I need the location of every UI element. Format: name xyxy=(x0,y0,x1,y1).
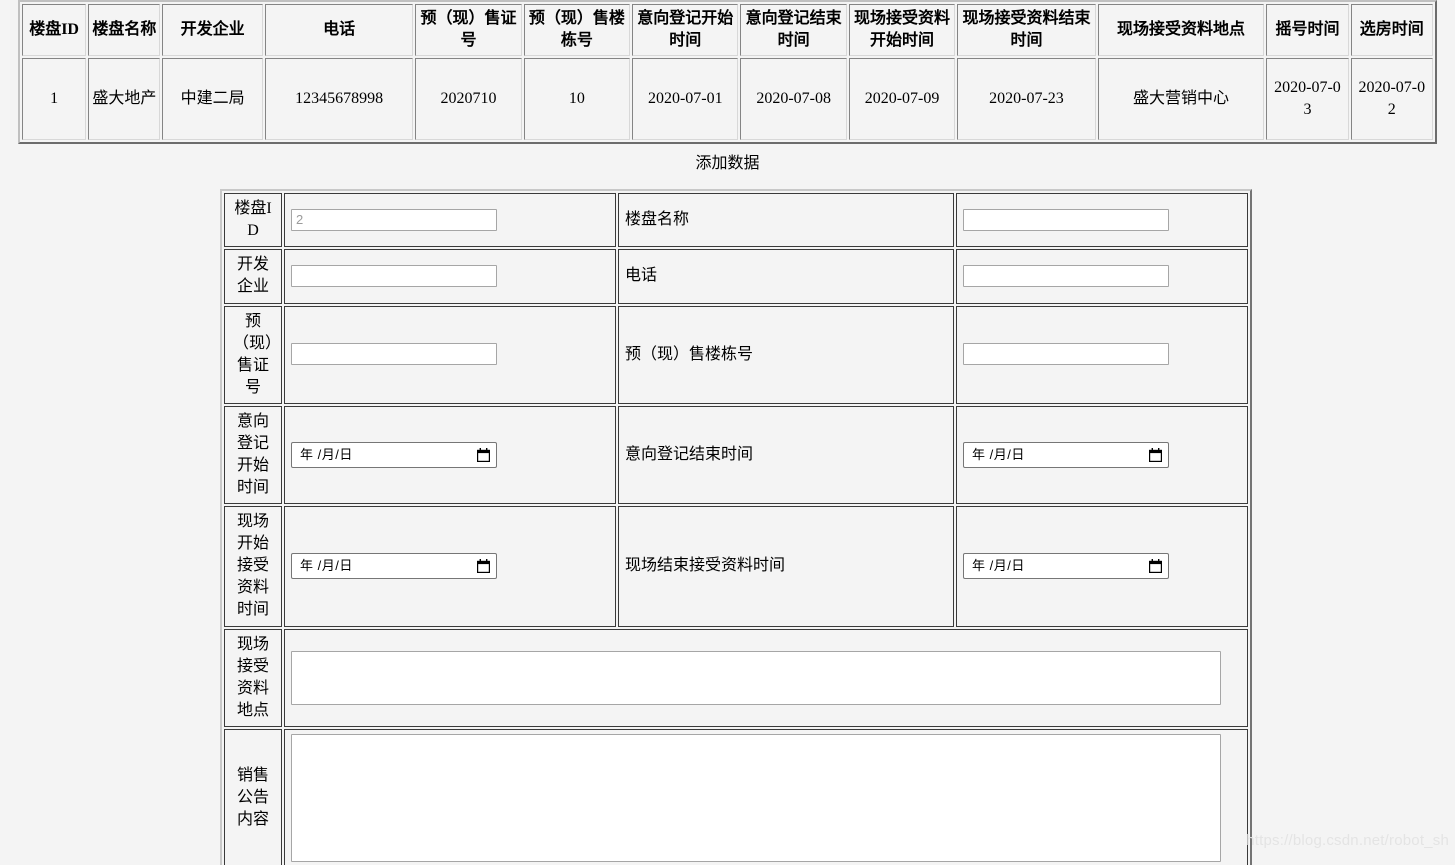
label-cert-no: 预（现）售证号 xyxy=(224,305,282,404)
label-project-id: 楼盘ID xyxy=(224,193,282,248)
field-developer-cell xyxy=(284,249,616,304)
field-site-end-cell: 年 /月/日 xyxy=(956,506,1248,627)
label-notice-content: 销售公告内容 xyxy=(224,728,282,865)
label-project-name: 楼盘名称 xyxy=(618,193,954,248)
column-header-reg-end: 意向登记结束时间 xyxy=(740,4,847,56)
column-header-developer: 开发企业 xyxy=(162,4,263,56)
form-row-project-id: 楼盘ID 楼盘名称 xyxy=(224,193,1248,248)
column-header-building-no: 预（现）售楼栋号 xyxy=(523,4,631,56)
cert-no-input[interactable] xyxy=(291,343,497,366)
field-project-name-cell xyxy=(956,193,1248,248)
project-data-table: 楼盘ID 楼盘名称 开发企业 电话 预（现）售证号 预（现）售楼栋号 意向登记开… xyxy=(18,0,1437,144)
cell-building-no: 10 xyxy=(523,58,631,140)
cell-pick-time: 2020-07-02 xyxy=(1350,58,1433,140)
column-header-project-name: 楼盘名称 xyxy=(88,4,161,56)
cell-project-name: 盛大地产 xyxy=(88,58,161,140)
cell-cert-no: 2020710 xyxy=(415,58,522,140)
label-reg-start: 意向登记开始时间 xyxy=(224,405,282,505)
calendar-icon[interactable] xyxy=(1149,447,1162,462)
form-row-cert-no: 预（现）售证号 预（现）售楼栋号 xyxy=(224,305,1248,404)
phone-input[interactable] xyxy=(963,265,1169,288)
form-section-title: 添加数据 xyxy=(695,155,760,172)
field-cert-no-cell xyxy=(284,305,616,404)
table-body: 1 盛大地产 中建二局 12345678998 2020710 10 2020-… xyxy=(22,58,1433,140)
calendar-icon[interactable] xyxy=(477,447,490,462)
project-name-input[interactable] xyxy=(963,208,1169,231)
reg-start-date-input[interactable]: 年 /月/日 xyxy=(291,441,497,468)
label-developer: 开发企业 xyxy=(224,249,282,304)
label-phone: 电话 xyxy=(618,249,954,304)
field-phone-cell xyxy=(956,249,1248,304)
notice-content-textarea[interactable] xyxy=(291,733,1221,862)
column-header-pick-time: 选房时间 xyxy=(1350,4,1433,56)
column-header-lottery-time: 摇号时间 xyxy=(1266,4,1349,56)
form-row-site-place: 现场接受资料地点 xyxy=(224,628,1248,727)
form-row-registration-time: 意向登记开始时间 年 /月/日 意向登记结束时间 年 /月/日 xyxy=(224,405,1248,505)
data-table-section: 楼盘ID 楼盘名称 开发企业 电话 预（现）售证号 预（现）售楼栋号 意向登记开… xyxy=(0,0,1455,144)
cell-lottery-time: 2020-07-03 xyxy=(1266,58,1349,140)
site-start-date-input[interactable]: 年 /月/日 xyxy=(291,553,497,580)
column-header-site-end: 现场接受资料结束时间 xyxy=(957,4,1096,56)
field-site-start-cell: 年 /月/日 xyxy=(284,506,616,627)
label-site-end: 现场结束接受资料时间 xyxy=(618,506,954,627)
reg-end-date-input[interactable]: 年 /月/日 xyxy=(963,441,1169,468)
developer-input[interactable] xyxy=(291,265,497,288)
label-building-no: 预（现）售楼栋号 xyxy=(618,305,954,404)
field-building-no-cell xyxy=(956,305,1248,404)
field-reg-start-cell: 年 /月/日 xyxy=(284,405,616,505)
form-row-site-time: 现场开始接受资料时间 年 /月/日 现场结束接受资料时间 年 /月/日 xyxy=(224,506,1248,627)
cell-developer: 中建二局 xyxy=(162,58,263,140)
column-header-site-place: 现场接受资料地点 xyxy=(1097,4,1265,56)
column-header-project-id: 楼盘ID xyxy=(22,4,87,56)
form-row-developer: 开发企业 电话 xyxy=(224,249,1248,304)
cell-reg-end: 2020-07-08 xyxy=(740,58,847,140)
site-start-date-placeholder: 年 /月/日 xyxy=(300,558,353,574)
site-end-date-input[interactable]: 年 /月/日 xyxy=(963,553,1169,580)
column-header-site-start: 现场接受资料开始时间 xyxy=(848,4,956,56)
form-row-notice-content: 销售公告内容 xyxy=(224,728,1248,865)
cell-site-place: 盛大营销中心 xyxy=(1097,58,1265,140)
field-reg-end-cell: 年 /月/日 xyxy=(956,405,1248,505)
column-header-cert-no: 预（现）售证号 xyxy=(415,4,522,56)
cell-site-start: 2020-07-09 xyxy=(848,58,956,140)
label-site-place: 现场接受资料地点 xyxy=(224,628,282,727)
cell-reg-start: 2020-07-01 xyxy=(632,58,739,140)
add-data-form: 楼盘ID 楼盘名称 开发企业 电话 预（现）售证号 xyxy=(220,189,1252,865)
building-no-input[interactable] xyxy=(963,343,1169,366)
cell-phone: 12345678998 xyxy=(264,58,414,140)
site-place-textarea[interactable] xyxy=(291,650,1221,705)
cell-site-end: 2020-07-23 xyxy=(957,58,1096,140)
table-header: 楼盘ID 楼盘名称 开发企业 电话 预（现）售证号 预（现）售楼栋号 意向登记开… xyxy=(22,4,1433,56)
column-header-reg-start: 意向登记开始时间 xyxy=(632,4,739,56)
table-row: 1 盛大地产 中建二局 12345678998 2020710 10 2020-… xyxy=(22,58,1433,140)
label-site-start: 现场开始接受资料时间 xyxy=(224,506,282,627)
calendar-icon[interactable] xyxy=(1149,559,1162,574)
field-site-place-cell xyxy=(284,628,1248,727)
field-notice-content-cell xyxy=(284,728,1248,865)
watermark: https://blog.csdn.net/robot_sh xyxy=(1246,832,1449,849)
site-end-date-placeholder: 年 /月/日 xyxy=(972,558,1025,574)
table-header-row: 楼盘ID 楼盘名称 开发企业 电话 预（现）售证号 预（现）售楼栋号 意向登记开… xyxy=(22,4,1433,56)
cell-project-id: 1 xyxy=(22,58,87,140)
project-id-input[interactable] xyxy=(291,208,497,231)
reg-start-date-placeholder: 年 /月/日 xyxy=(300,447,353,462)
label-reg-end: 意向登记结束时间 xyxy=(618,405,954,505)
field-project-id-cell xyxy=(284,193,616,248)
column-header-phone: 电话 xyxy=(264,4,414,56)
calendar-icon[interactable] xyxy=(477,559,490,574)
reg-end-date-placeholder: 年 /月/日 xyxy=(972,447,1025,462)
